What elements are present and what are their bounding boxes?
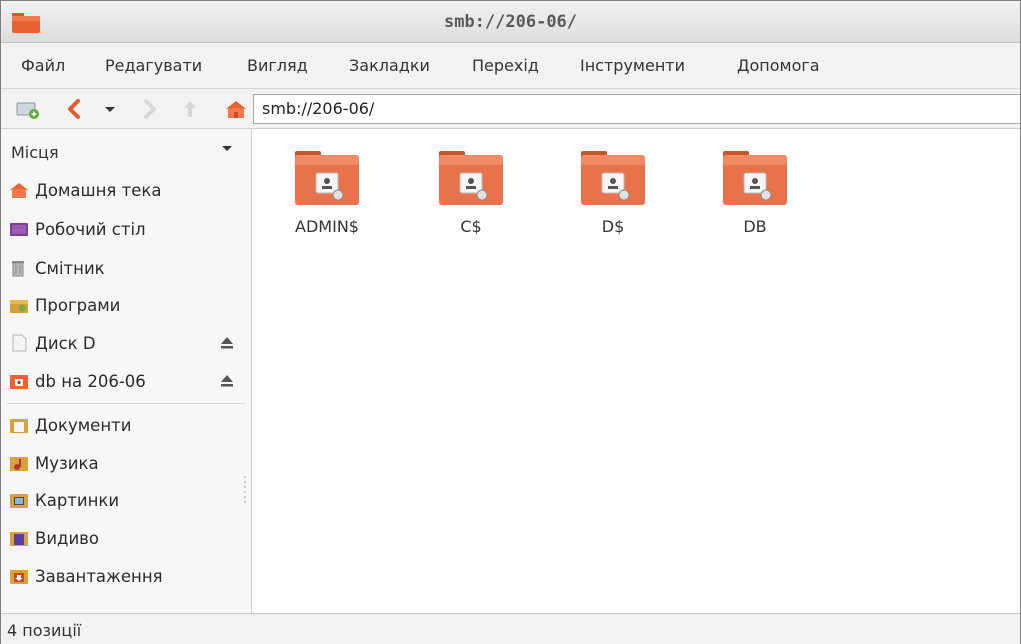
sidebar-item-pictures[interactable]: Картинки	[9, 485, 245, 515]
home-folder-icon	[10, 183, 28, 198]
dropdown-arrow-icon	[105, 107, 115, 112]
sidebar-item-documents[interactable]: Документи	[9, 410, 245, 440]
menu-edit[interactable]: Редагувати	[105, 56, 202, 75]
sidebar-item-label: Програми	[35, 295, 121, 315]
trash-icon	[12, 261, 24, 277]
applications-icon	[10, 300, 28, 313]
sidebar-item-label: Смітник	[35, 258, 105, 278]
file-item-d[interactable]: D$	[558, 149, 668, 236]
network-folder-icon	[723, 151, 787, 205]
file-name: D$	[601, 217, 625, 236]
file-item-admin[interactable]: ADMIN$	[272, 149, 382, 236]
sidebar-item-label: Картинки	[35, 490, 120, 510]
menu-file[interactable]: Файл	[21, 56, 65, 75]
sidebar-item-trash[interactable]: Смітник	[9, 253, 245, 283]
file-name: ADMIN$	[295, 217, 359, 236]
sidebar-item-home[interactable]: Домашня тека	[9, 175, 245, 205]
file-name: C$	[460, 217, 482, 236]
sidebar: Місця Домашня тека Робочий стіл Смітник …	[1, 129, 252, 613]
sidebar-item-music[interactable]: Музика	[9, 448, 245, 478]
file-view[interactable]: ADMIN$ C$ D$ DB	[253, 129, 1020, 613]
music-icon	[10, 457, 28, 471]
back-button[interactable]	[61, 95, 87, 123]
sidebar-item-label: Документи	[35, 415, 132, 435]
menu-bar: Файл Редагувати Вигляд Закладки Перехід …	[1, 43, 1020, 89]
desktop-icon	[10, 223, 28, 236]
places-header: Місця	[11, 143, 59, 162]
file-name: DB	[743, 217, 767, 236]
toolbar: smb://206-06/	[1, 89, 1020, 129]
back-arrow-icon	[68, 99, 80, 119]
forward-arrow-icon	[144, 99, 156, 119]
title-bar[interactable]: smb://206-06/	[1, 1, 1020, 43]
sidebar-item-applications[interactable]: Програми	[9, 290, 245, 320]
window-title: smb://206-06/	[443, 12, 578, 32]
home-icon	[226, 101, 246, 118]
up-button[interactable]	[177, 95, 203, 123]
videos-icon	[10, 532, 28, 546]
sidebar-item-label: db на 206-06	[35, 371, 146, 391]
places-dropdown-icon[interactable]	[219, 141, 235, 157]
eject-icon[interactable]	[219, 373, 235, 389]
sidebar-item-videos[interactable]: Видиво	[9, 523, 245, 553]
network-folder-icon	[439, 151, 503, 205]
eject-icon[interactable]	[219, 335, 235, 351]
sidebar-resize-handle[interactable]	[242, 474, 248, 504]
network-folder-icon	[581, 151, 645, 205]
sidebar-item-desktop[interactable]: Робочий стіл	[9, 214, 245, 244]
pictures-icon	[10, 494, 28, 508]
drive-icon	[12, 334, 27, 352]
up-arrow-icon	[184, 101, 196, 117]
network-folder-icon	[295, 151, 359, 205]
location-bar[interactable]: smb://206-06/	[253, 94, 1020, 124]
back-history-button[interactable]	[97, 95, 123, 123]
sidebar-item-downloads[interactable]: Завантаження	[9, 561, 245, 591]
status-bar: 4 позиції	[1, 613, 1020, 644]
sidebar-item-label: Музика	[35, 453, 99, 473]
forward-button[interactable]	[137, 95, 163, 123]
menu-tools[interactable]: Інструменти	[580, 56, 685, 75]
sidebar-separator	[7, 403, 245, 404]
sidebar-item-drive-d[interactable]: Диск D	[9, 328, 245, 358]
sidebar-item-label: Диск D	[35, 333, 96, 353]
menu-go[interactable]: Перехід	[472, 56, 539, 75]
sidebar-item-label: Видиво	[35, 528, 99, 548]
sidebar-item-label: Завантаження	[35, 566, 163, 586]
item-count: 4 позиції	[7, 621, 82, 640]
documents-icon	[10, 419, 28, 433]
menu-view[interactable]: Вигляд	[247, 56, 308, 75]
file-item-db[interactable]: DB	[700, 149, 810, 236]
home-button[interactable]	[223, 95, 249, 123]
new-tab-button[interactable]	[15, 95, 41, 123]
sidebar-item-db-share[interactable]: db на 206-06	[9, 366, 245, 396]
network-share-icon	[10, 375, 28, 389]
file-manager-window: smb://206-06/ Файл Редагувати Вигляд Зак…	[0, 0, 1021, 644]
new-tab-icon	[16, 102, 39, 119]
sidebar-item-label: Домашня тека	[35, 180, 162, 200]
sidebar-item-label: Робочий стіл	[35, 219, 146, 239]
downloads-icon	[10, 570, 28, 584]
menu-help[interactable]: Допомога	[737, 56, 820, 75]
menu-bookmarks[interactable]: Закладки	[349, 56, 430, 75]
file-item-c[interactable]: C$	[416, 149, 526, 236]
